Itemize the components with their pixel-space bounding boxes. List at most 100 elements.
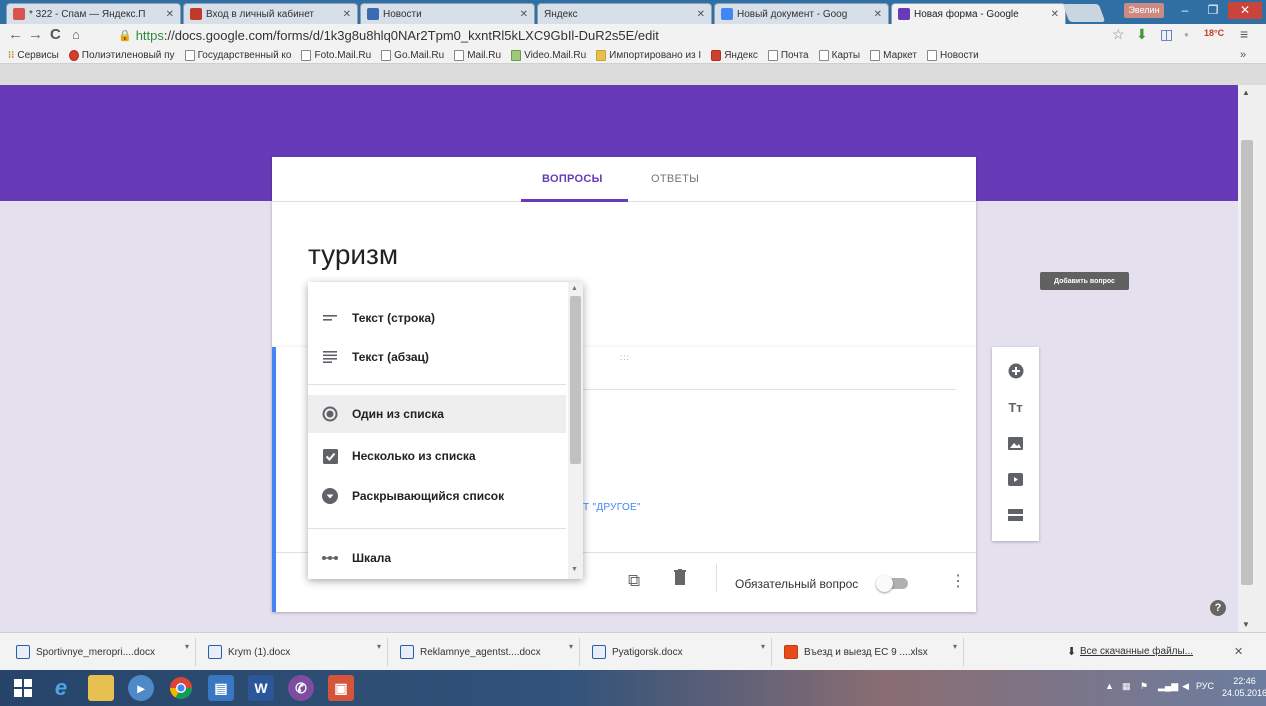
volume-icon[interactable]: ◀ bbox=[1182, 681, 1189, 692]
user-profile-badge[interactable]: Эвелин bbox=[1124, 3, 1164, 18]
tab-answers[interactable]: ОТВЕТЫ bbox=[651, 173, 699, 185]
reload-icon[interactable]: C bbox=[50, 26, 61, 43]
bookmark-item[interactable]: Карты bbox=[818, 49, 860, 61]
bookmark-item[interactable]: Государственный ко bbox=[184, 49, 291, 61]
extension-icon[interactable]: ◫ bbox=[1160, 26, 1173, 43]
address-bar[interactable]: 🔒 https ://docs.google.com/forms/d/1k3g8… bbox=[118, 26, 1098, 45]
download-extension-icon[interactable]: ⬇ bbox=[1136, 26, 1148, 43]
close-downloads-icon[interactable]: ✕ bbox=[1234, 645, 1243, 658]
bookmark-item[interactable]: Foto.Mail.Ru bbox=[301, 49, 371, 61]
required-toggle[interactable] bbox=[876, 575, 908, 592]
browser-tab-yandex[interactable]: Яндекс ✕ bbox=[537, 3, 712, 24]
bookmark-item[interactable]: Импортировано из I bbox=[596, 49, 701, 61]
language-indicator[interactable]: РУС bbox=[1196, 681, 1214, 691]
bookmark-item[interactable]: ⁝⁝ Сервисы bbox=[8, 50, 59, 61]
taskbar-clock[interactable]: 22:46 24.05.2016 bbox=[1222, 675, 1266, 699]
menu-item-short-text[interactable]: Текст (строка) bbox=[308, 299, 566, 337]
download-menu-icon[interactable]: ▾ bbox=[761, 642, 765, 651]
ie-icon[interactable]: e bbox=[48, 675, 74, 701]
menu-scroll-thumb[interactable] bbox=[570, 296, 581, 464]
menu-scroll-down-icon[interactable]: ▼ bbox=[571, 566, 578, 573]
download-item[interactable]: Въезд и выезд ЕС 9 ....xlsx ▾ bbox=[774, 638, 964, 666]
close-tab-icon[interactable]: ✕ bbox=[1047, 9, 1059, 20]
close-tab-icon[interactable]: ✕ bbox=[693, 9, 705, 20]
scroll-down-icon[interactable]: ▼ bbox=[1242, 620, 1250, 629]
form-title[interactable]: туризм bbox=[308, 239, 398, 271]
tray-flag-icon[interactable]: ⚑ bbox=[1140, 681, 1148, 692]
browser-tab-news[interactable]: Новости ✕ bbox=[360, 3, 535, 24]
word-icon[interactable]: W bbox=[248, 675, 274, 701]
bookmark-item[interactable]: Полиэтиленовый пу bbox=[68, 49, 175, 61]
download-menu-icon[interactable]: ▾ bbox=[953, 642, 957, 651]
menu-scroll-up-icon[interactable]: ▲ bbox=[571, 285, 578, 292]
media-player-icon[interactable]: ▸ bbox=[128, 675, 154, 701]
windows-start-icon[interactable] bbox=[10, 675, 36, 701]
tray-up-icon[interactable]: ▲ bbox=[1105, 681, 1114, 691]
help-icon[interactable]: ? bbox=[1210, 600, 1226, 616]
download-menu-icon[interactable]: ▾ bbox=[569, 642, 573, 651]
bookmark-item[interactable]: Яндекс bbox=[711, 49, 758, 61]
add-video-icon[interactable] bbox=[992, 467, 1039, 491]
download-menu-icon[interactable]: ▾ bbox=[185, 642, 189, 651]
minimize-icon[interactable]: – bbox=[1172, 2, 1198, 19]
dot-extension-icon[interactable]: ● bbox=[1184, 30, 1189, 39]
close-tab-icon[interactable]: ✕ bbox=[870, 9, 882, 20]
add-other-option-link[interactable]: Т "ДРУГОЕ" bbox=[583, 502, 641, 513]
add-question-icon[interactable] bbox=[992, 359, 1039, 383]
new-tab-button[interactable] bbox=[1062, 4, 1106, 22]
scale-icon bbox=[308, 555, 352, 561]
menu-item-paragraph[interactable]: Текст (абзац) bbox=[308, 338, 566, 376]
more-options-icon[interactable]: ⋮ bbox=[950, 571, 966, 591]
network-icon[interactable]: ▂▄▆ bbox=[1158, 681, 1178, 692]
add-section-icon[interactable] bbox=[992, 503, 1039, 527]
browser-tab-mail[interactable]: * 322 - Спам — Яндекс.П ✕ bbox=[6, 3, 181, 24]
show-all-downloads-link[interactable]: Все скачанные файлы... bbox=[1080, 646, 1193, 657]
delete-icon[interactable] bbox=[674, 569, 686, 590]
forward-icon[interactable]: → bbox=[28, 26, 43, 43]
maximize-icon[interactable]: ❐ bbox=[1200, 2, 1226, 19]
bookmark-item[interactable]: Новости bbox=[927, 49, 979, 61]
download-item[interactable]: Krym (1).docx ▾ bbox=[198, 638, 388, 666]
close-tab-icon[interactable]: ✕ bbox=[339, 9, 351, 20]
bookmark-item[interactable]: Video.Mail.Ru bbox=[511, 49, 586, 61]
menu-item-checkboxes[interactable]: Несколько из списка bbox=[308, 437, 566, 475]
viber-icon[interactable]: ✆ bbox=[288, 675, 314, 701]
bookmarks-overflow-icon[interactable]: » bbox=[1240, 49, 1246, 61]
add-title-icon[interactable]: Tт bbox=[992, 395, 1039, 419]
explorer-icon[interactable] bbox=[88, 675, 114, 701]
page-scroll-thumb[interactable] bbox=[1241, 140, 1253, 585]
close-tab-icon[interactable]: ✕ bbox=[162, 9, 174, 20]
browser-tab-forms[interactable]: Новая форма - Google ✕ bbox=[891, 3, 1066, 24]
required-label: Обязательный вопрос bbox=[735, 577, 859, 591]
chrome-icon[interactable] bbox=[168, 675, 194, 701]
menu-item-multiple-choice[interactable]: Один из списка bbox=[308, 395, 566, 433]
windows-taskbar: e ▸ ▤ W ✆ ▣ ▲ ▦ ⚑ ▂▄▆ ◀ РУС 22:46 24.05.… bbox=[0, 670, 1266, 706]
close-tab-icon[interactable]: ✕ bbox=[516, 9, 528, 20]
document-app-icon[interactable]: ▤ bbox=[208, 675, 234, 701]
weather-icon[interactable]: 18°C bbox=[1204, 28, 1224, 38]
drag-handle-icon[interactable]: ::: bbox=[620, 353, 630, 362]
window-close-icon[interactable]: ✕ bbox=[1228, 2, 1262, 19]
duplicate-icon[interactable]: ⧉ bbox=[628, 571, 640, 591]
download-item[interactable]: Reklamnye_agentst....docx ▾ bbox=[390, 638, 580, 666]
menu-icon[interactable]: ≡ bbox=[1240, 26, 1248, 42]
tray-app-icon[interactable]: ▦ bbox=[1122, 681, 1131, 692]
bookmark-item[interactable]: Маркет bbox=[870, 49, 917, 61]
tab-questions[interactable]: ВОПРОСЫ bbox=[542, 173, 603, 185]
add-image-icon[interactable] bbox=[992, 431, 1039, 455]
download-item[interactable]: Pyatigorsk.docx ▾ bbox=[582, 638, 772, 666]
home-icon[interactable]: ⌂ bbox=[72, 27, 80, 42]
bookmark-item[interactable]: Mail.Ru bbox=[454, 49, 501, 61]
download-menu-icon[interactable]: ▾ bbox=[377, 642, 381, 651]
browser-tab-docs[interactable]: Новый документ - Goog ✕ bbox=[714, 3, 889, 24]
bookmark-item[interactable]: Почта bbox=[767, 49, 809, 61]
download-item[interactable]: Sportivnye_meropri....docx ▾ bbox=[6, 638, 196, 666]
bookmark-item[interactable]: Go.Mail.Ru bbox=[381, 49, 444, 61]
presentation-icon[interactable]: ▣ bbox=[328, 675, 354, 701]
back-icon[interactable]: ← bbox=[8, 26, 23, 43]
menu-item-scale[interactable]: Шкала bbox=[308, 539, 566, 577]
menu-item-dropdown[interactable]: Раскрывающийся список bbox=[308, 477, 566, 515]
scroll-up-icon[interactable]: ▲ bbox=[1242, 88, 1250, 97]
browser-tab-cabinet[interactable]: Вход в личный кабинет ✕ bbox=[183, 3, 358, 24]
bookmark-star-icon[interactable]: ☆ bbox=[1112, 26, 1125, 43]
